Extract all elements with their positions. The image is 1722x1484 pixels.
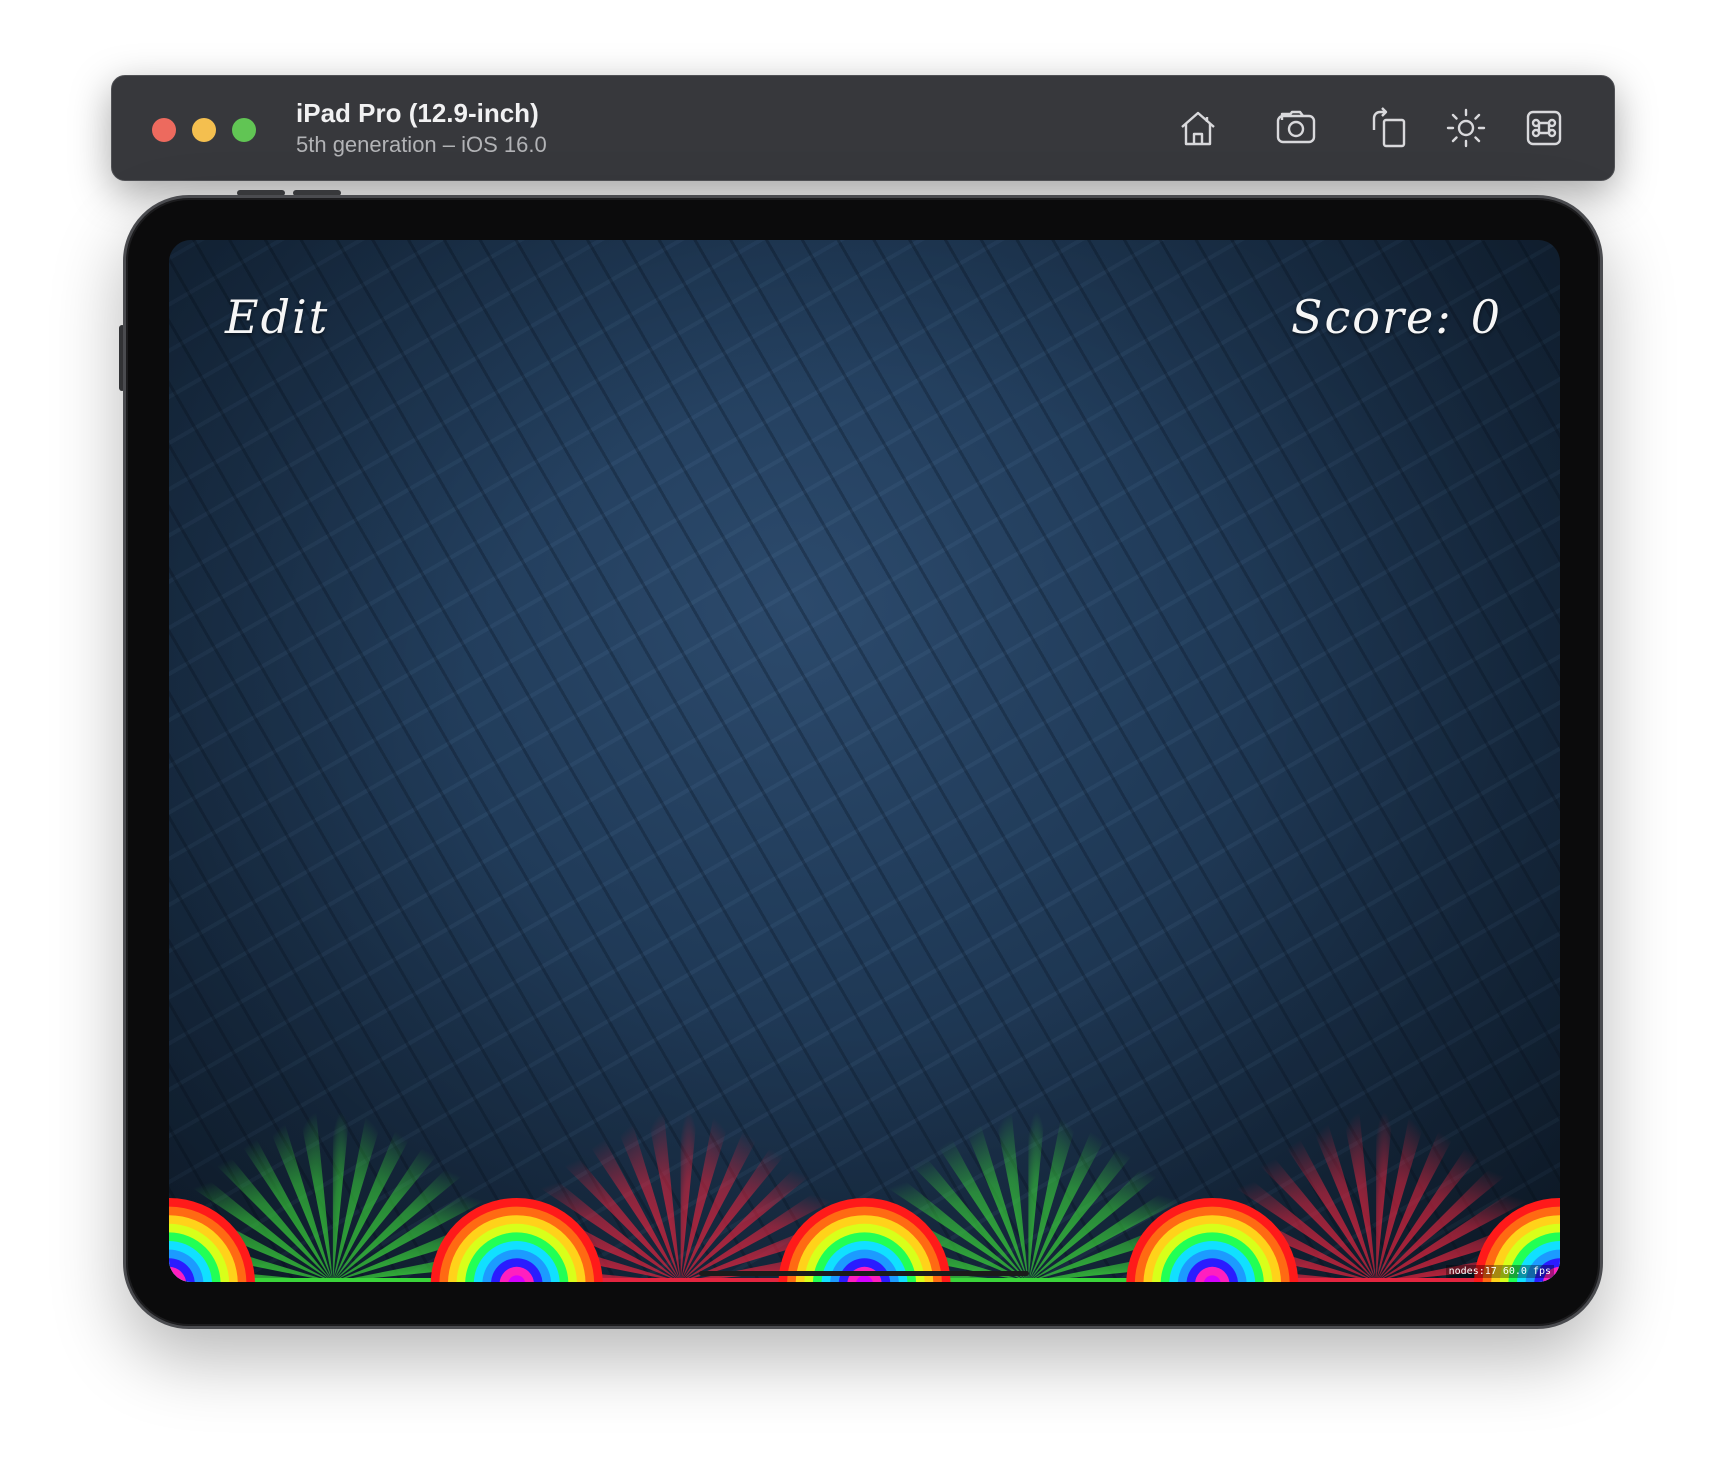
minimize-window-button[interactable] — [192, 118, 216, 142]
slot-ray — [1376, 1112, 1393, 1282]
device-os-version: 5th generation – iOS 16.0 — [296, 132, 547, 157]
scene-debug-stats: nodes:17 60.0 fps — [1445, 1265, 1554, 1278]
appearance-button[interactable] — [1440, 102, 1492, 154]
game-scene[interactable]: Edit Score: 0 nodes:17 60.0 fps — [169, 240, 1560, 1282]
simulator-window: iPad Pro (12.9-inch) 5th generation – iO… — [0, 0, 1722, 1484]
device-name: iPad Pro (12.9-inch) — [296, 98, 539, 128]
slots-row — [169, 1112, 1560, 1282]
slot-ray — [332, 1112, 350, 1282]
screenshot-camera-icon — [1276, 110, 1316, 144]
score-value: 0 — [1470, 290, 1502, 344]
nodes-count: nodes:17 — [1448, 1266, 1497, 1277]
command-icon — [1526, 110, 1562, 146]
rotate-button[interactable] — [1362, 102, 1414, 154]
rotate-icon — [1372, 107, 1406, 148]
home-button[interactable] — [1172, 102, 1224, 154]
score-label: Score: — [1291, 290, 1453, 344]
close-window-button[interactable] — [152, 118, 176, 142]
zoom-window-button[interactable] — [232, 118, 256, 142]
hardware-keyboard-button[interactable] — [1518, 102, 1570, 154]
appearance-sun-icon — [1446, 108, 1486, 148]
home-indicator[interactable] — [699, 1271, 1029, 1276]
edit-button[interactable]: Edit — [225, 290, 329, 344]
score-display: Score: 0 — [1291, 290, 1502, 344]
slot-ray — [680, 1112, 698, 1282]
slot-ray — [1028, 1112, 1046, 1282]
simulator-toolbar: iPad Pro (12.9-inch) 5th generation – iO… — [111, 75, 1615, 181]
home-icon — [1181, 111, 1215, 146]
fps-readout: 60.0 fps — [1502, 1266, 1551, 1277]
screenshot-button[interactable] — [1270, 102, 1322, 154]
